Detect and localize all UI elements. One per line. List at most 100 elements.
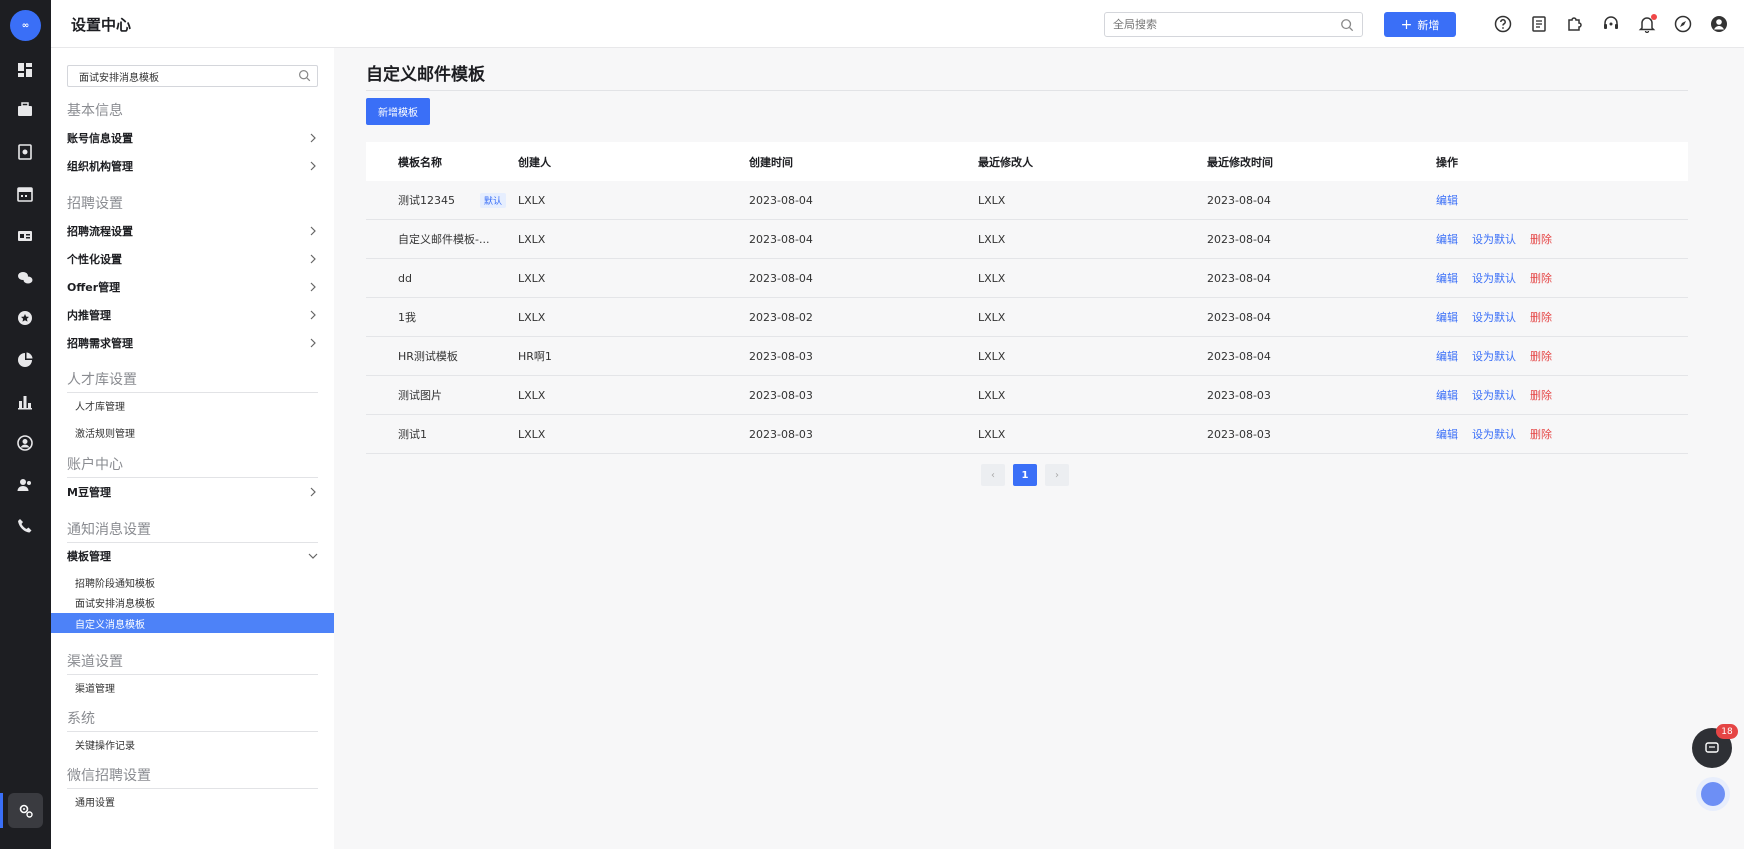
sidebar-search-input[interactable] bbox=[68, 66, 293, 86]
cell-name: dd bbox=[366, 272, 518, 285]
sidebar-sub-custom-template[interactable]: 自定义消息模板 bbox=[51, 613, 334, 633]
delete-link[interactable]: 删除 bbox=[1530, 387, 1552, 403]
new-template-button[interactable]: 新增模板 bbox=[366, 98, 430, 125]
add-new-button[interactable]: + 新增 bbox=[1384, 12, 1456, 37]
cell-actions: 编辑 bbox=[1436, 192, 1656, 208]
sidebar-item-mbean[interactable]: M豆管理 bbox=[67, 482, 318, 502]
edit-link[interactable]: 编辑 bbox=[1436, 387, 1458, 403]
document-icon[interactable] bbox=[1529, 14, 1549, 34]
sidebar-sub-operation-log[interactable]: 关键操作记录 bbox=[75, 737, 135, 752]
cell-modifier: LXLX bbox=[978, 310, 1006, 324]
add-new-label: 新增 bbox=[1417, 18, 1440, 32]
page-title: 自定义邮件模板 bbox=[366, 65, 485, 85]
settings-gear-icon[interactable] bbox=[8, 793, 43, 828]
sidebar-sub-talent-pool[interactable]: 人才库管理 bbox=[75, 398, 125, 413]
top-bar: 设置中心 + 新增 bbox=[51, 0, 1744, 48]
global-search[interactable] bbox=[1104, 12, 1363, 37]
edit-link[interactable]: 编辑 bbox=[1436, 309, 1458, 325]
cell-created: 2023-08-03 bbox=[749, 388, 813, 402]
cell-modifier: LXLX bbox=[978, 388, 1006, 402]
set-default-link[interactable]: 设为默认 bbox=[1472, 309, 1516, 325]
set-default-link[interactable]: 设为默认 bbox=[1472, 387, 1516, 403]
chat-bubble-button[interactable]: 18 bbox=[1692, 724, 1738, 768]
edit-link[interactable]: 编辑 bbox=[1436, 192, 1458, 208]
search-icon[interactable] bbox=[1340, 18, 1354, 32]
pie-chart-icon[interactable] bbox=[15, 350, 35, 370]
briefcase-icon[interactable] bbox=[15, 100, 35, 120]
cell-modifier: LXLX bbox=[978, 193, 1006, 207]
page-1-button[interactable]: 1 bbox=[1013, 464, 1037, 486]
cell-actions: 编辑 设为默认 删除 bbox=[1436, 309, 1656, 325]
table-row: 测试1 LXLX 2023-08-03 LXLX 2023-08-03 编辑 设为默认 删除 bbox=[366, 415, 1688, 454]
chevron-right-icon bbox=[310, 338, 316, 348]
template-table: 模板名称 创建人 创建时间 最近修改人 最近修改时间 操作 测试12345 默认 L… bbox=[366, 142, 1688, 454]
col-actions: 操作 bbox=[1436, 155, 1458, 169]
set-default-link[interactable]: 设为默认 bbox=[1472, 270, 1516, 286]
sidebar-sub-channel-mgmt[interactable]: 渠道管理 bbox=[75, 680, 115, 695]
cell-creator: LXLX bbox=[518, 271, 546, 285]
phone-icon[interactable] bbox=[15, 516, 35, 536]
next-page-button[interactable]: › bbox=[1045, 464, 1069, 486]
sidebar-search[interactable] bbox=[67, 65, 318, 87]
search-icon[interactable] bbox=[298, 69, 311, 82]
account-avatar-icon[interactable] bbox=[1709, 14, 1729, 34]
global-search-input[interactable] bbox=[1105, 13, 1330, 36]
delete-link[interactable]: 删除 bbox=[1530, 231, 1552, 247]
bell-icon[interactable] bbox=[1637, 14, 1657, 34]
sidebar-item-template-mgmt[interactable]: 模板管理 bbox=[67, 546, 318, 566]
sidebar-item-account-info[interactable]: 账号信息设置 bbox=[67, 128, 318, 148]
compass-icon[interactable] bbox=[1673, 14, 1693, 34]
cell-name: 测试图片 bbox=[366, 387, 518, 403]
sidebar-item-referral[interactable]: 内推管理 bbox=[67, 305, 318, 325]
sidebar-item-personalize[interactable]: 个性化设置 bbox=[67, 249, 318, 269]
set-default-link[interactable]: 设为默认 bbox=[1472, 231, 1516, 247]
section-notify: 通知消息设置 bbox=[67, 519, 318, 543]
dashboard-icon[interactable] bbox=[15, 60, 35, 80]
app-logo[interactable]: ∞ bbox=[10, 10, 41, 41]
delete-link[interactable]: 删除 bbox=[1530, 426, 1552, 442]
sidebar-item-process[interactable]: 招聘流程设置 bbox=[67, 221, 318, 241]
calendar-icon[interactable] bbox=[15, 184, 35, 204]
sidebar-item-offer[interactable]: Offer管理 bbox=[67, 277, 318, 297]
title-divider bbox=[366, 90, 1688, 91]
resume-icon[interactable] bbox=[15, 142, 35, 162]
id-card-icon[interactable] bbox=[15, 226, 35, 246]
notification-dot bbox=[1651, 14, 1657, 20]
help-icon[interactable] bbox=[1493, 14, 1513, 34]
edit-link[interactable]: 编辑 bbox=[1436, 426, 1458, 442]
cell-modified: 2023-08-04 bbox=[1207, 232, 1271, 246]
sidebar-sub-general[interactable]: 通用设置 bbox=[75, 794, 115, 809]
sidebar-item-demand[interactable]: 招聘需求管理 bbox=[67, 333, 318, 353]
cell-creator: LXLX bbox=[518, 310, 546, 324]
sidebar-item-label: 招聘需求管理 bbox=[67, 337, 133, 350]
puzzle-icon[interactable] bbox=[1565, 14, 1585, 34]
assistant-robot-icon[interactable] bbox=[1696, 777, 1730, 811]
edit-link[interactable]: 编辑 bbox=[1436, 231, 1458, 247]
cell-actions: 编辑 设为默认 删除 bbox=[1436, 387, 1656, 403]
app-title: 设置中心 bbox=[71, 16, 132, 34]
section-basic-info: 基本信息 bbox=[67, 103, 123, 119]
sidebar-sub-interview-template[interactable]: 面试安排消息模板 bbox=[75, 595, 155, 610]
cell-name: 测试1 bbox=[366, 426, 518, 442]
chevron-right-icon bbox=[310, 282, 316, 292]
sidebar-item-org[interactable]: 组织机构管理 bbox=[67, 156, 318, 176]
headset-icon[interactable] bbox=[1601, 14, 1621, 34]
table-row: 1我 LXLX 2023-08-02 LXLX 2023-08-04 编辑 设为默认 删除 bbox=[366, 298, 1688, 337]
users-icon[interactable] bbox=[15, 475, 35, 495]
template-name: dd bbox=[398, 271, 412, 285]
star-badge-icon[interactable] bbox=[15, 308, 35, 328]
table-row: dd LXLX 2023-08-04 LXLX 2023-08-04 编辑 设为默认 删除 bbox=[366, 259, 1688, 298]
delete-link[interactable]: 删除 bbox=[1530, 309, 1552, 325]
edit-link[interactable]: 编辑 bbox=[1436, 270, 1458, 286]
set-default-link[interactable]: 设为默认 bbox=[1472, 348, 1516, 364]
prev-page-button[interactable]: ‹ bbox=[981, 464, 1005, 486]
set-default-link[interactable]: 设为默认 bbox=[1472, 426, 1516, 442]
edit-link[interactable]: 编辑 bbox=[1436, 348, 1458, 364]
sidebar-sub-stage-template[interactable]: 招聘阶段通知模板 bbox=[75, 575, 155, 590]
user-circle-icon[interactable] bbox=[15, 433, 35, 453]
bar-chart-icon[interactable] bbox=[15, 392, 35, 412]
delete-link[interactable]: 删除 bbox=[1530, 348, 1552, 364]
delete-link[interactable]: 删除 bbox=[1530, 270, 1552, 286]
sidebar-sub-activation-rules[interactable]: 激活规则管理 bbox=[75, 425, 135, 440]
wechat-icon[interactable] bbox=[15, 268, 35, 288]
